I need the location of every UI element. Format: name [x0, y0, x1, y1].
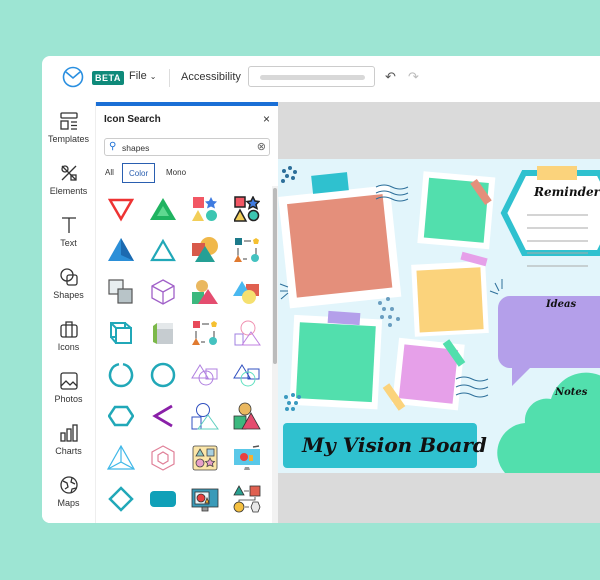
search-icon: ⚲ — [109, 141, 117, 152]
color-shapes-icon[interactable] — [184, 188, 226, 230]
shapes-icon — [59, 268, 78, 286]
photo-frame-coral — [278, 185, 402, 309]
sidebar-item-label: Icons — [57, 342, 80, 352]
sidebar-item-elements[interactable]: Elements — [42, 154, 95, 206]
app-window: BETA File ⌄ Accessibility ↶ ↷ Templates … — [42, 56, 600, 523]
cube-teal-icon[interactable] — [100, 313, 142, 355]
shapes-cluster-2-icon[interactable] — [226, 396, 268, 438]
sidebar-item-label: Elements — [49, 186, 88, 196]
redo-icon[interactable]: ↷ — [408, 69, 419, 85]
file-menu[interactable]: File ⌄ — [129, 70, 157, 82]
shapes-cluster-icon[interactable] — [184, 271, 226, 313]
sidebar-item-label: Maps — [57, 498, 80, 508]
triangle-circle-outline-icon[interactable] — [184, 354, 226, 396]
document-title-input[interactable] — [248, 66, 375, 87]
tab-all[interactable]: All — [99, 163, 120, 183]
board-title[interactable]: My Vision Board — [302, 433, 487, 457]
icon-search-panel: Icon Search × ⚲ shapes ⊗ All Color Mono — [96, 102, 278, 523]
sidebar-item-label: Text — [60, 238, 77, 248]
pyramid-icon[interactable] — [100, 230, 142, 272]
undo-icon[interactable]: ↶ — [385, 69, 396, 85]
search-input[interactable]: ⚲ shapes ⊗ — [104, 138, 270, 156]
shape-sorter-icon[interactable] — [184, 437, 226, 479]
sidebar: Templates Elements Text Shapes Icons Pho… — [42, 102, 96, 523]
sidebar-item-photos[interactable]: Photos — [42, 362, 95, 414]
triangle-circle-square-icon[interactable] — [226, 271, 268, 313]
sidebar-item-shapes[interactable]: Shapes — [42, 258, 95, 310]
shape-process-icon[interactable] — [226, 479, 268, 521]
triangle-circle-blue-icon[interactable] — [226, 354, 268, 396]
charts-icon — [59, 424, 78, 442]
shape-flow-color-icon[interactable] — [184, 313, 226, 355]
ideas-label[interactable]: Ideas — [546, 299, 576, 310]
close-icon[interactable]: × — [263, 112, 270, 126]
canvas-area[interactable]: Reminder Ideas Notes My Vision Board — [278, 102, 600, 523]
triangle-down-icon[interactable] — [100, 188, 142, 230]
scrollbar-thumb[interactable] — [273, 188, 277, 364]
design-monitor-icon[interactable] — [226, 437, 268, 479]
sidebar-item-icons[interactable]: Icons — [42, 310, 95, 362]
chevron-down-icon: ⌄ — [149, 72, 157, 81]
elements-icon — [60, 165, 77, 181]
sidebar-item-templates[interactable]: Templates — [42, 102, 95, 154]
divider — [169, 69, 170, 87]
tab-color[interactable]: Color — [122, 163, 156, 183]
icon-results-grid — [100, 188, 268, 520]
cube-outline-icon[interactable] — [142, 271, 184, 313]
cube-pink-icon[interactable] — [142, 437, 184, 479]
templates-icon — [59, 112, 78, 130]
circle-open-icon[interactable] — [100, 354, 142, 396]
vision-board-design[interactable]: Reminder Ideas Notes My Vision Board — [278, 159, 600, 473]
circle-outline-icon[interactable] — [142, 354, 184, 396]
tab-mono[interactable]: Mono — [160, 163, 192, 183]
sidebar-item-charts[interactable]: Charts — [42, 414, 95, 466]
reminder-label[interactable]: Reminder — [534, 185, 600, 199]
sidebar-item-label: Templates — [47, 134, 90, 144]
triangle-outline-icon[interactable] — [142, 230, 184, 272]
shapes-outline-pink-icon[interactable] — [226, 313, 268, 355]
diamond-icon[interactable] — [100, 479, 142, 521]
sidebar-item-label: Shapes — [53, 290, 84, 300]
green-triangle-icon[interactable] — [142, 188, 184, 230]
logo-icon[interactable] — [62, 66, 84, 88]
top-bar: BETA File ⌄ Accessibility ↶ ↷ — [42, 56, 600, 102]
sidebar-item-text[interactable]: Text — [42, 206, 95, 258]
photo-frame-yellow — [411, 261, 489, 337]
beta-badge: BETA — [92, 71, 124, 85]
less-than-icon[interactable] — [142, 396, 184, 438]
icons-icon — [59, 321, 78, 338]
sidebar-item-label: Charts — [55, 446, 82, 456]
file-label: File — [129, 70, 147, 82]
hexagon-icon[interactable] — [100, 396, 142, 438]
panel-title: Icon Search — [104, 114, 161, 125]
gray-cube-icon[interactable] — [142, 313, 184, 355]
shape-flow-icon[interactable] — [226, 230, 268, 272]
square-circle-triangle-icon[interactable] — [184, 230, 226, 272]
board-graphics — [278, 166, 600, 473]
clear-search-icon[interactable]: ⊗ — [257, 140, 266, 153]
pyramid-outline-icon[interactable] — [100, 437, 142, 479]
maps-icon — [59, 476, 78, 494]
photos-icon — [59, 372, 78, 390]
notes-label[interactable]: Notes — [555, 387, 587, 398]
accessibility-menu[interactable]: Accessibility — [181, 71, 241, 83]
text-icon — [61, 217, 76, 233]
shapes-outline-blue-icon[interactable] — [184, 396, 226, 438]
photo-frame-green-2 — [289, 314, 383, 410]
sidebar-item-maps[interactable]: Maps — [42, 466, 95, 518]
overlapping-squares-icon[interactable] — [100, 271, 142, 313]
dots-decoration — [281, 166, 297, 183]
search-value: shapes — [122, 143, 150, 153]
outlined-shapes-icon[interactable] — [226, 188, 268, 230]
rounded-rectangle-icon[interactable] — [142, 479, 184, 521]
photo-frame-green — [417, 171, 496, 250]
sidebar-item-label: Photos — [54, 394, 83, 404]
design-screen-icon[interactable] — [184, 479, 226, 521]
